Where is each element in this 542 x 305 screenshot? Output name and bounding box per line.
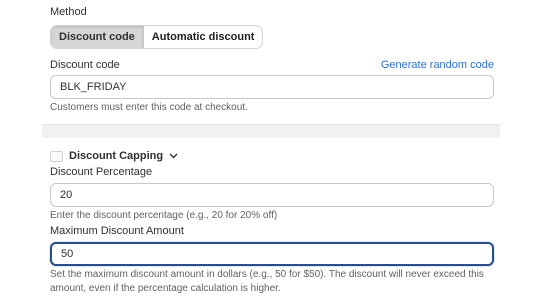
method-option-discount-code[interactable]: Discount code (51, 26, 144, 48)
discount-code-help: Customers must enter this code at checko… (50, 102, 248, 113)
maximum-discount-help: Set the maximum discount amount in dolla… (50, 269, 484, 294)
discount-form: Method Discount code Automatic discount … (0, 0, 542, 305)
discount-code-label: Discount code (50, 59, 120, 71)
discount-percentage-label: Discount Percentage (50, 166, 153, 178)
generate-random-code-link[interactable]: Generate random code (381, 59, 494, 71)
chevron-down-icon (169, 151, 178, 161)
method-segmented-control: Discount code Automatic discount (50, 25, 264, 49)
method-option-automatic-discount[interactable]: Automatic discount (144, 26, 263, 48)
discount-capping-title: Discount Capping (69, 150, 164, 162)
capping-icon (50, 150, 63, 162)
section-divider (42, 124, 500, 138)
discount-capping-toggle[interactable]: Discount Capping (50, 150, 178, 162)
discount-percentage-help: Enter the discount percentage (e.g., 20 … (50, 210, 278, 221)
discount-percentage-input[interactable]: 20 (50, 183, 494, 207)
maximum-discount-input[interactable]: 50 (50, 242, 494, 266)
maximum-discount-label: Maximum Discount Amount (50, 225, 184, 237)
discount-code-input[interactable]: BLK_FRIDAY (50, 75, 494, 99)
method-label: Method (50, 6, 87, 18)
